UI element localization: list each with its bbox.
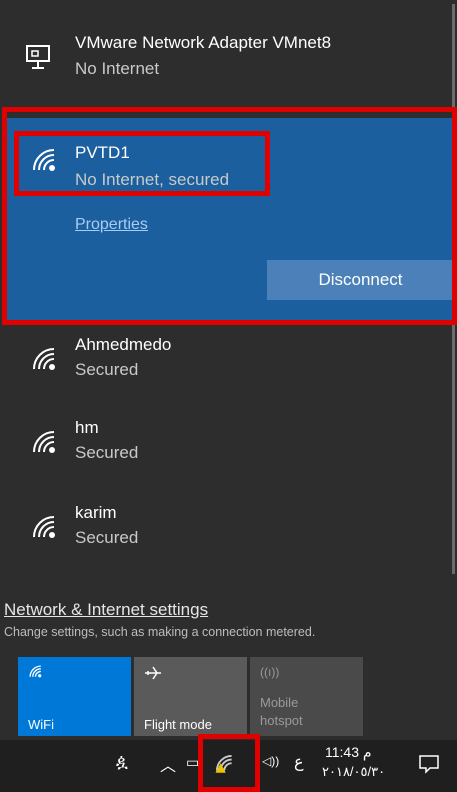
network-status: Secured <box>75 443 139 462</box>
network-name: hm <box>75 418 99 437</box>
highlight-box-name <box>14 131 270 196</box>
highlight-box-tray-icon <box>198 734 260 792</box>
clock-time[interactable]: 11:43 م <box>325 744 372 761</box>
network-item-karim[interactable]: karim Secured <box>0 495 457 580</box>
network-settings-description: Change settings, such as making a connec… <box>4 625 316 639</box>
wifi-signal-icon <box>33 348 55 370</box>
network-status: Secured <box>75 528 139 547</box>
network-settings-link[interactable]: Network & Internet settings <box>4 600 208 620</box>
wifi-signal-icon <box>33 516 55 538</box>
flight-mode-tile[interactable]: Flight mode <box>134 657 247 736</box>
tile-label: Flight mode <box>144 717 212 732</box>
network-status: Secured <box>75 360 139 379</box>
airplane-icon <box>145 666 161 680</box>
hotspot-icon: ((ı)) <box>260 665 280 679</box>
ethernet-monitor-icon <box>26 45 50 69</box>
network-item-vmware[interactable]: VMware Network Adapter VMnet8 No Interne… <box>0 0 457 110</box>
tile-label: WiFi <box>28 717 54 732</box>
wifi-toggle-tile[interactable]: WiFi <box>18 657 131 736</box>
network-flyout: VMware Network Adapter VMnet8 No Interne… <box>0 0 457 792</box>
tile-label-line2: hotspot <box>260 713 303 728</box>
wifi-icon <box>29 665 42 678</box>
network-name: karim <box>75 503 117 522</box>
network-name: VMware Network Adapter VMnet8 <box>75 33 332 52</box>
people-icon[interactable]: ዿ <box>116 752 128 772</box>
mobile-hotspot-tile[interactable]: ((ı)) Mobile hotspot <box>250 657 363 736</box>
wifi-signal-icon <box>33 431 55 453</box>
network-item-hm[interactable]: hm Secured <box>0 410 457 495</box>
action-center-icon[interactable] <box>418 754 440 774</box>
show-hidden-icons-icon[interactable]: ︿ <box>160 752 176 776</box>
network-name: Ahmedmedo <box>75 335 172 354</box>
network-item-ahmedmedo[interactable]: Ahmedmedo Secured <box>0 325 457 410</box>
clock-date[interactable]: ٢٠١٨/٠٥/٣٠ <box>322 764 385 780</box>
tile-label-line1: Mobile <box>260 695 299 710</box>
volume-icon[interactable]: ◁)) <box>262 754 279 768</box>
language-indicator[interactable]: ع <box>294 752 304 772</box>
network-status: No Internet <box>75 59 160 78</box>
